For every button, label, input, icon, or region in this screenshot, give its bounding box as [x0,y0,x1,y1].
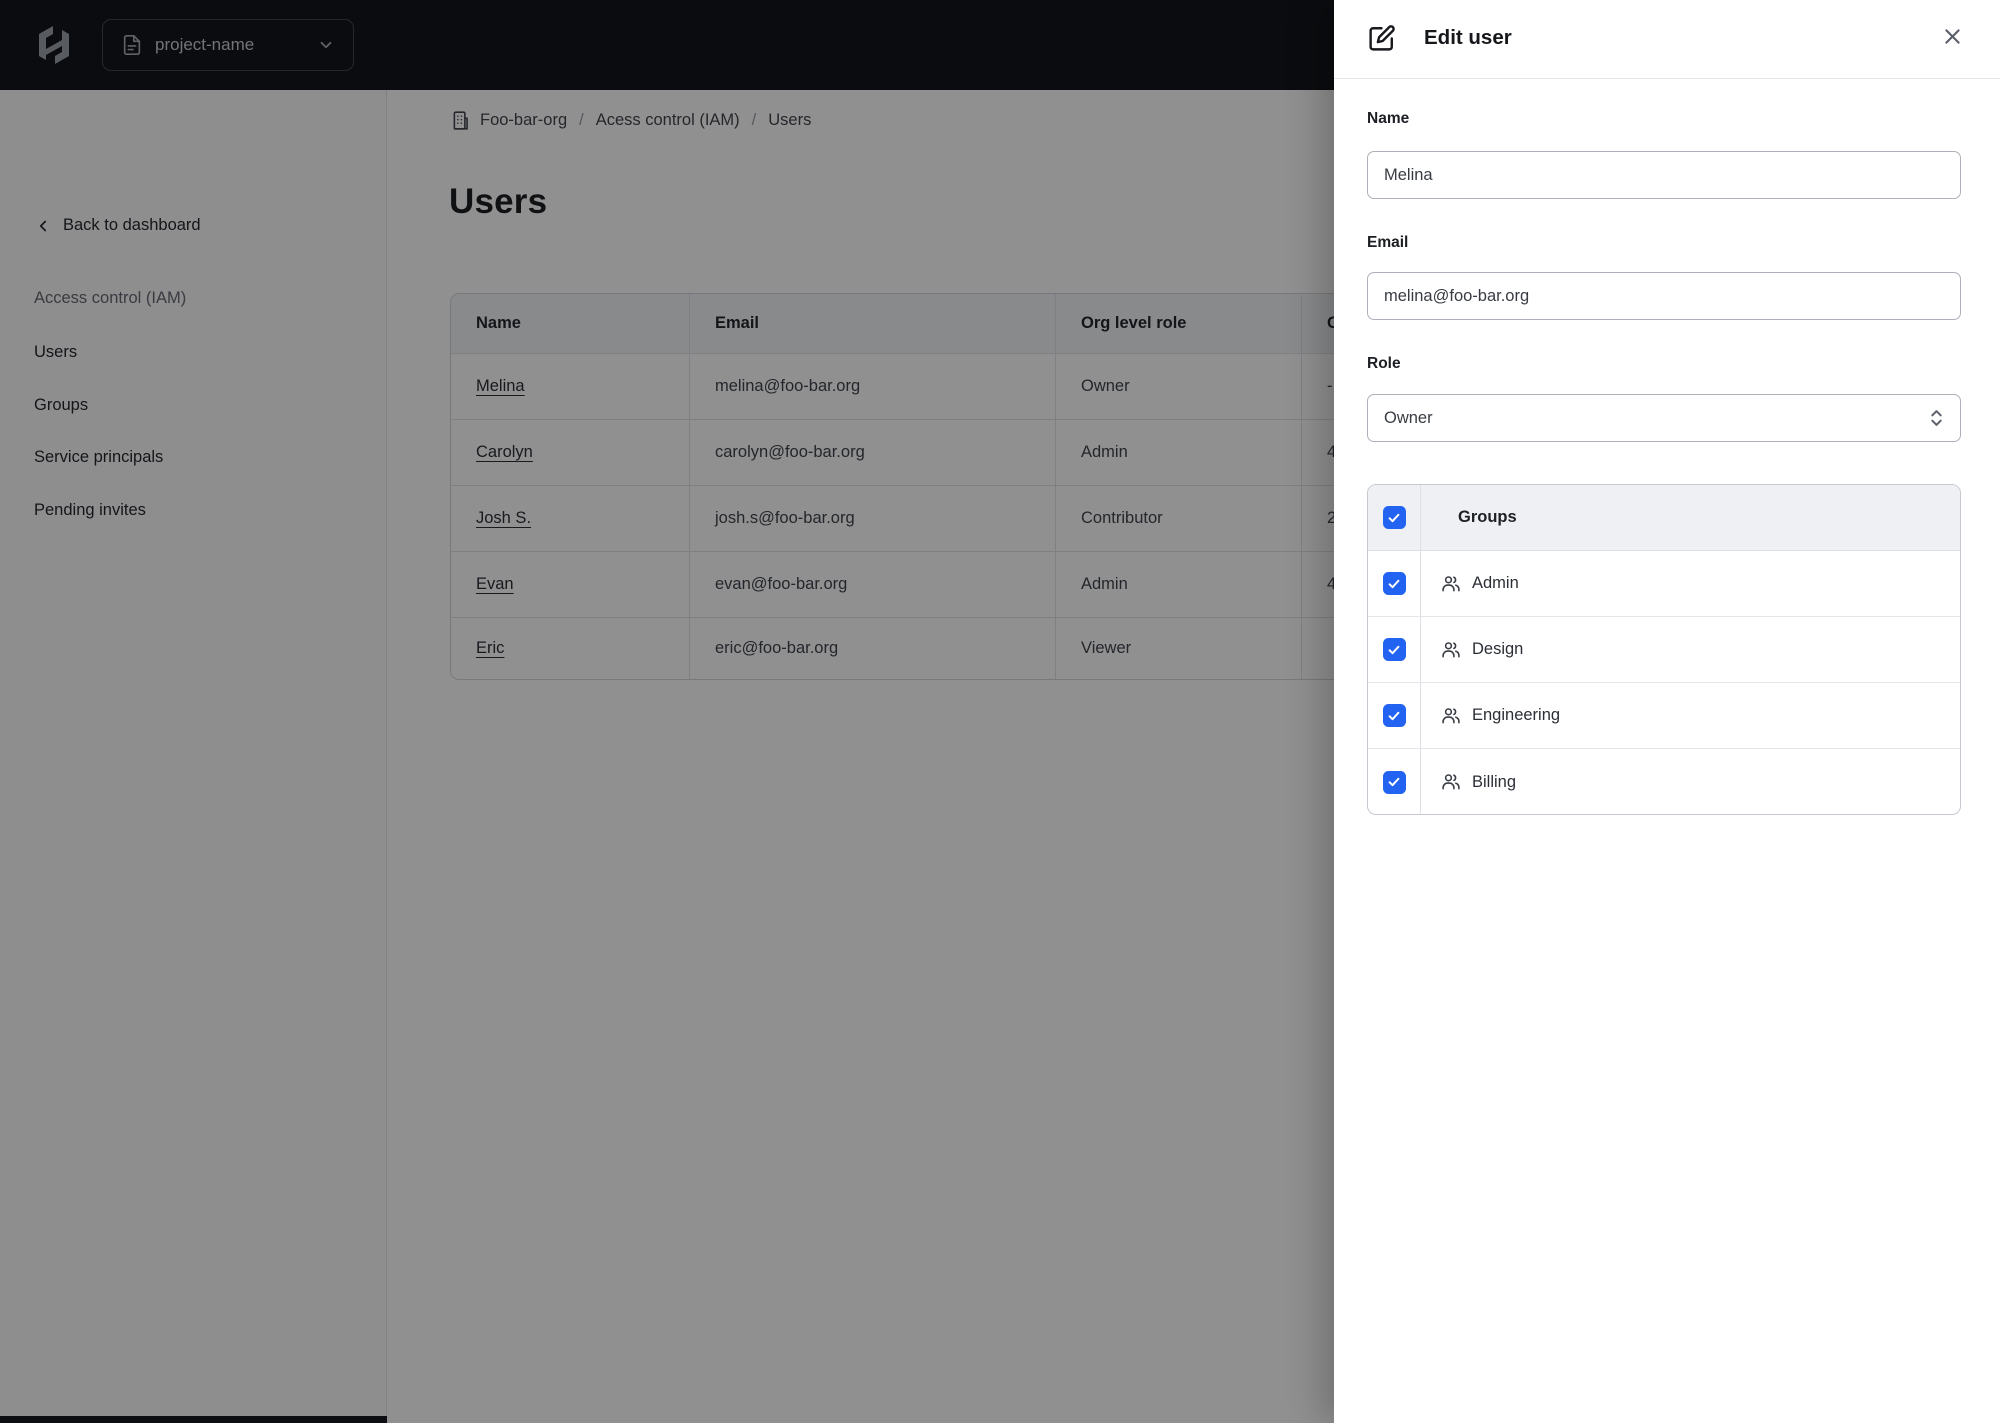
group-label: Billing [1472,772,1517,791]
role-select[interactable]: Owner [1367,394,1961,442]
edit-user-drawer: Edit user Name Email Role Owner [1334,0,2000,1423]
group-row-engineering: Engineering [1368,683,1960,749]
group-checkbox-admin[interactable] [1382,572,1406,595]
close-drawer-button[interactable] [1936,20,1968,52]
role-field-label: Role [1367,355,1401,372]
group-row-admin: Admin [1368,551,1960,617]
group-checkbox-design[interactable] [1382,638,1406,661]
group-row-billing: Billing [1368,749,1960,814]
select-stepper-icon [1931,410,1942,426]
users-group-icon [1442,774,1460,790]
groups-panel: Groups Admin Design Engineering Billing [1367,484,1961,815]
users-group-icon [1442,641,1460,657]
email-field-label: Email [1367,234,1409,251]
role-select-value: Owner [1384,408,1433,427]
group-checkbox-engineering[interactable] [1382,704,1406,727]
drawer-title: Edit user [1424,26,1512,49]
check-icon [1388,777,1400,787]
group-label: Admin [1472,574,1519,592]
group-label: Engineering [1472,706,1561,724]
edit-pencil-icon [1369,25,1395,51]
group-row-design: Design [1368,617,1960,683]
users-group-icon [1442,707,1460,723]
name-field[interactable] [1367,151,1961,199]
groups-panel-header-row: Groups [1368,485,1960,551]
app-root: project-name Back to dashboard Access co… [0,0,2000,1423]
select-all-groups-checkbox[interactable] [1382,506,1406,529]
check-icon [1388,711,1400,720]
check-icon [1388,645,1400,654]
check-icon [1388,579,1400,588]
drawer-backdrop[interactable] [0,0,1334,1423]
close-icon [1944,28,1960,44]
group-checkbox-billing[interactable] [1382,770,1406,794]
check-icon [1388,513,1400,522]
name-field-label: Name [1367,110,1410,127]
group-label: Design [1472,640,1524,658]
users-group-icon [1442,575,1460,591]
drawer-header: Edit user [1334,0,2000,79]
groups-panel-header-label: Groups [1458,508,1517,526]
email-field[interactable] [1367,272,1961,320]
